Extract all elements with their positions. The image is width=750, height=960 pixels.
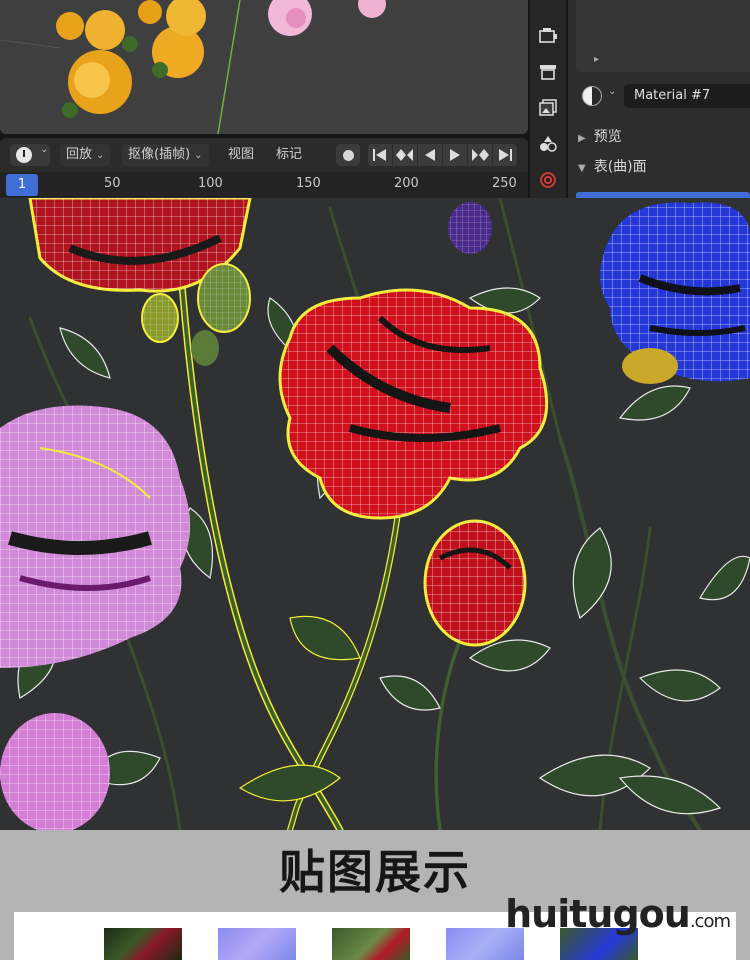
- render-icon: [539, 28, 557, 43]
- jump-start-icon: [373, 149, 386, 161]
- texture-thumbnail-diffuse[interactable]: [104, 928, 182, 960]
- play-reverse-icon: [425, 149, 435, 161]
- pink-bud-bottom-left: [0, 713, 110, 830]
- surface-panel-header[interactable]: ▼ 表(曲)面: [578, 156, 647, 176]
- viewport-roses-preview: [0, 0, 386, 134]
- ruler-tick: 150: [296, 176, 321, 191]
- next-keyframe-icon: [472, 149, 489, 161]
- material-slot-list[interactable]: ▸: [576, 0, 750, 72]
- current-frame-indicator[interactable]: 1: [6, 174, 38, 196]
- purple-bud: [448, 202, 492, 254]
- texture-thumbnail-leaf[interactable]: [332, 928, 410, 960]
- render-tab[interactable]: [536, 24, 560, 48]
- watermark-brand: huitugou: [505, 892, 691, 936]
- prev-keyframe-icon: [396, 149, 413, 161]
- playback-menu[interactable]: 回放 ⌄: [60, 144, 111, 166]
- record-icon: [342, 149, 354, 161]
- blender-top-area: ⌄ 回放 ⌄ 抠像(插帧) ⌄ 视图 标记 50 100 150 200 250 1: [0, 0, 750, 198]
- chevron-down-icon: ⌄: [608, 86, 617, 97]
- chevron-down-icon: ⌄: [40, 144, 49, 155]
- view-menu[interactable]: 视图: [228, 144, 254, 166]
- properties-panel: ▸ ⌄ Material #7 ▶ 预览 ▼ 表(曲)面: [568, 0, 750, 198]
- ruler-tick: 50: [104, 176, 121, 191]
- yellow-rose-cluster: [56, 0, 206, 118]
- watermark-logo: huitugou.com: [505, 892, 731, 936]
- jump-end-icon: [499, 149, 512, 161]
- watermark-suffix: .com: [689, 911, 731, 932]
- marker-menu[interactable]: 标记: [276, 144, 302, 166]
- pink-rose-left: [0, 405, 190, 668]
- play-reverse-button[interactable]: [418, 144, 442, 166]
- record-button[interactable]: [336, 144, 360, 166]
- material-name-field[interactable]: Material #7: [624, 84, 750, 108]
- ruler-tick: 200: [394, 176, 419, 191]
- preview-label: 预览: [593, 129, 622, 145]
- material-browse-button[interactable]: ⌄: [580, 84, 620, 108]
- small-3d-viewport[interactable]: [0, 0, 528, 134]
- jump-end-button[interactable]: [493, 144, 517, 166]
- pink-rose-cluster: [268, 0, 386, 36]
- output-tab[interactable]: [536, 60, 560, 84]
- keying-menu[interactable]: 抠像(插帧) ⌄: [122, 144, 209, 166]
- clock-hand: [23, 150, 25, 157]
- view-layer-icon: [539, 99, 557, 116]
- timeline-header: ⌄ 回放 ⌄ 抠像(插帧) ⌄ 视图 标记: [0, 138, 528, 172]
- ruler-tick: 250: [492, 176, 517, 191]
- preview-panel-header[interactable]: ▶ 预览: [578, 126, 622, 146]
- physics-icon: [540, 136, 557, 152]
- editor-type-menu[interactable]: ⌄: [10, 144, 50, 166]
- world-tab[interactable]: [536, 168, 560, 192]
- physics-tab[interactable]: [536, 132, 560, 156]
- timeline-ruler[interactable]: 50 100 150 200 250: [0, 172, 528, 198]
- wireframe-render-view[interactable]: [0, 198, 750, 830]
- next-keyframe-button[interactable]: [468, 144, 492, 166]
- keying-label: 抠像(插帧): [128, 147, 191, 162]
- expanded-triangle-icon: ▼: [578, 163, 586, 174]
- world-icon: [540, 172, 556, 188]
- surface-label: 表(曲)面: [593, 159, 647, 175]
- blue-rose-right: [600, 202, 750, 384]
- material-selector-row: ⌄ Material #7: [576, 82, 750, 110]
- chevron-down-icon: ⌄: [96, 150, 105, 161]
- material-sphere-icon: [582, 86, 602, 106]
- prev-keyframe-button[interactable]: [393, 144, 417, 166]
- jump-start-button[interactable]: [368, 144, 392, 166]
- playback-label: 回放: [66, 147, 93, 162]
- ruler-tick: 100: [198, 176, 223, 191]
- red-bud: [423, 519, 527, 647]
- play-button[interactable]: [443, 144, 467, 166]
- collapsed-triangle-icon: ▶: [578, 133, 586, 144]
- expand-triangle-icon: ▸: [594, 54, 600, 65]
- marker-label: 标记: [276, 147, 303, 162]
- view-layer-tab[interactable]: [536, 96, 560, 120]
- rose-wireframe-illustration: [0, 198, 750, 830]
- chevron-down-icon: ⌄: [194, 150, 203, 161]
- texture-thumbnail-normal[interactable]: [218, 928, 296, 960]
- view-label: 视图: [228, 147, 255, 162]
- output-icon: [540, 65, 556, 80]
- play-icon: [450, 149, 460, 161]
- properties-tab-bar: [530, 0, 566, 198]
